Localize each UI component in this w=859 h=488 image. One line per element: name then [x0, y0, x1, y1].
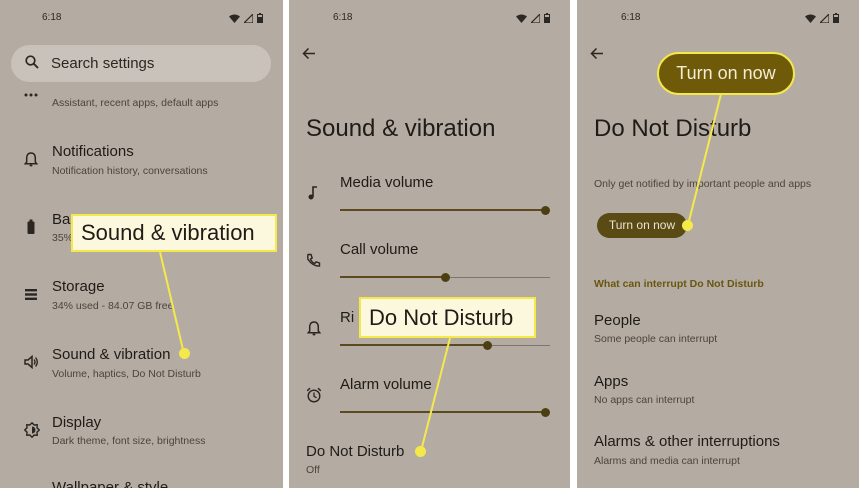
battery-icon [544, 13, 550, 23]
slider-active-track [340, 344, 488, 346]
callout-do-not-disturb: Do Not Disturb [359, 297, 536, 338]
search-bar[interactable]: Search settings [11, 45, 271, 82]
dnd-item-alarms[interactable]: Alarms & other interruptions [594, 433, 780, 450]
phone-icon [307, 253, 321, 267]
settings-item-storage-sub: 34% used - 84.07 GB free [52, 300, 174, 312]
search-icon [25, 55, 39, 69]
settings-item-display-sub: Dark theme, font size, brightness [52, 435, 206, 447]
status-bar: 6:18 [289, 12, 570, 26]
ring-volume-label: Ri [340, 309, 355, 326]
interrupt-section-header: What can interrupt Do Not Disturb [594, 278, 764, 290]
slider-thumb[interactable] [483, 340, 492, 350]
slider-active-track [340, 411, 546, 413]
slider-thumb[interactable] [541, 205, 550, 215]
settings-item-display[interactable]: Display [52, 414, 101, 431]
signal-icon [531, 13, 540, 23]
dnd-item-people[interactable]: People [594, 312, 641, 329]
storage-icon [25, 289, 37, 300]
battery-icon [257, 13, 263, 23]
slider-active-track [340, 209, 546, 211]
status-bar: 6:18 [577, 12, 859, 26]
sound-vibration-screen: 6:18 Sound & vibration Media volume Call… [289, 0, 570, 488]
signal-icon [244, 13, 253, 23]
settings-item-wallpaper[interactable]: Wallpaper & style [52, 479, 168, 488]
callout-dot-dnd [415, 446, 426, 457]
signal-icon [820, 13, 829, 23]
settings-item-sound-vibration[interactable]: Sound & vibration [52, 346, 170, 363]
settings-item-notifications-sub: Notification history, conversations [52, 165, 208, 177]
wifi-icon [805, 14, 816, 23]
alarm-volume-slider[interactable] [340, 406, 550, 418]
dnd-description: Only get notified by important people an… [594, 178, 812, 190]
brightness-icon [24, 422, 40, 438]
page-title: Sound & vibration [306, 115, 496, 142]
callout-turn-on-now: Turn on now [657, 52, 795, 95]
do-not-disturb-item[interactable]: Do Not Disturb [306, 443, 404, 460]
callout-dot-sound [179, 348, 190, 359]
alarm-volume-label: Alarm volume [340, 376, 432, 393]
settings-item-battery-sub: 35% [52, 232, 74, 244]
wifi-icon [516, 14, 527, 23]
media-volume-label: Media volume [340, 174, 434, 191]
speaker-icon [24, 355, 38, 369]
bell-icon [307, 321, 321, 336]
settings-item-battery[interactable]: Ba [52, 211, 70, 228]
dnd-item-people-sub: Some people can interrupt [594, 333, 718, 345]
dnd-item-apps-sub: No apps can interrupt [594, 394, 695, 406]
back-arrow-icon[interactable] [590, 47, 604, 60]
call-volume-slider[interactable] [340, 271, 550, 283]
callout-dot-turn-on [682, 220, 693, 231]
media-volume-slider[interactable] [340, 204, 550, 216]
status-time: 6:18 [42, 12, 62, 23]
status-bar: 6:18 [0, 12, 283, 26]
bell-icon [24, 152, 38, 167]
settings-item-apps-sub[interactable]: Assistant, recent apps, default apps [52, 97, 218, 109]
more-dots-icon [24, 93, 38, 97]
battery-setting-icon [27, 219, 35, 234]
slider-thumb[interactable] [541, 407, 550, 417]
music-note-icon [308, 186, 317, 200]
settings-item-sound-vibration-sub: Volume, haptics, Do Not Disturb [52, 368, 201, 380]
alarm-clock-icon [306, 387, 322, 403]
status-icons [516, 13, 550, 23]
wifi-icon [229, 14, 240, 23]
settings-item-notifications[interactable]: Notifications [52, 143, 134, 160]
dnd-item-apps[interactable]: Apps [594, 373, 628, 390]
status-icons [805, 13, 839, 23]
settings-item-storage[interactable]: Storage [52, 278, 105, 295]
turn-on-now-button[interactable]: Turn on now [597, 213, 687, 238]
slider-inactive-track [492, 344, 550, 346]
slider-thumb[interactable] [441, 272, 450, 282]
do-not-disturb-status: Off [306, 464, 320, 476]
page-title: Do Not Disturb [594, 115, 752, 142]
slider-inactive-track [450, 276, 550, 278]
back-arrow-icon[interactable] [302, 47, 316, 60]
slider-active-track [340, 276, 446, 278]
ring-volume-slider[interactable] [340, 339, 550, 351]
search-placeholder: Search settings [51, 55, 155, 72]
status-time: 6:18 [333, 12, 353, 23]
battery-icon [833, 13, 839, 23]
dnd-item-alarms-sub: Alarms and media can interrupt [594, 455, 740, 467]
status-icons [229, 13, 263, 23]
call-volume-label: Call volume [340, 241, 419, 258]
callout-sound-vibration: Sound & vibration [71, 214, 277, 252]
status-time: 6:18 [621, 12, 641, 23]
